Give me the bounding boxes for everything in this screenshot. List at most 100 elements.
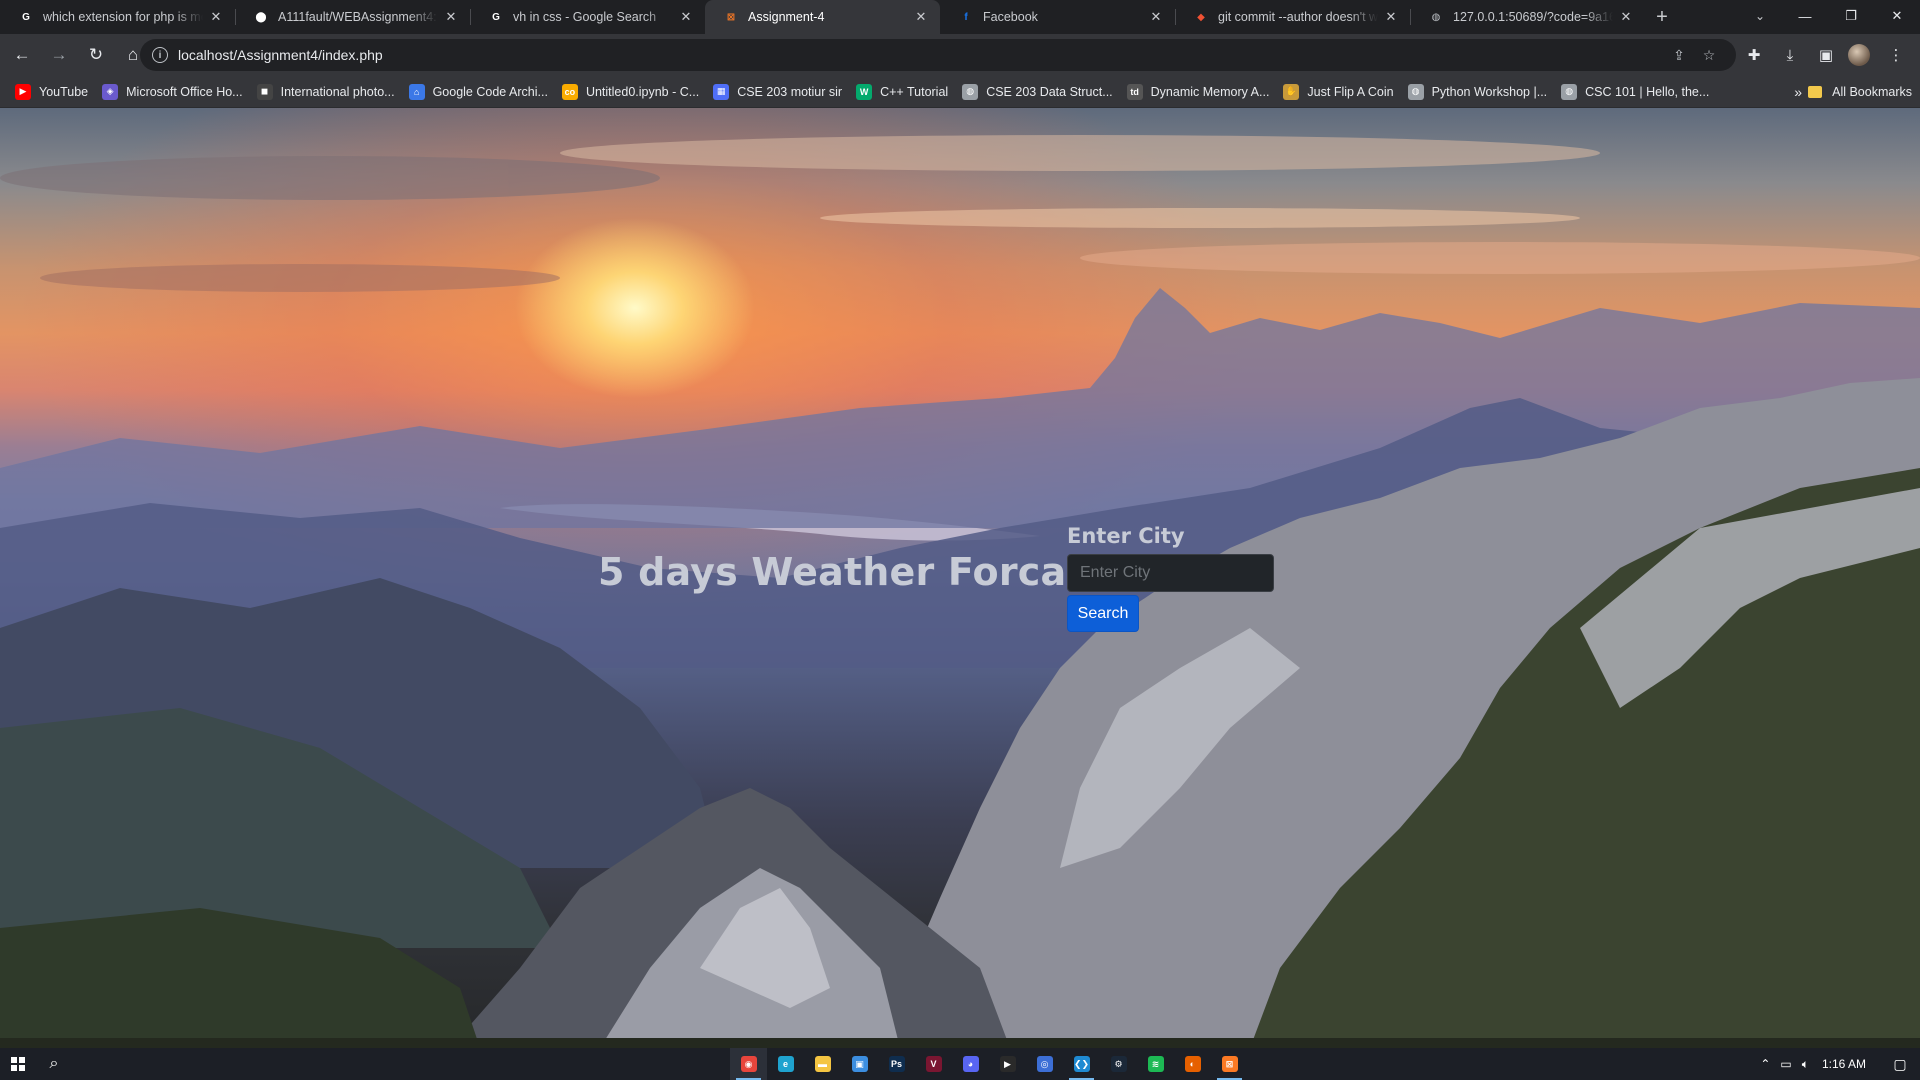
browser-toolbar: ← → ↻ ⌂ i localhost/Assignment4/index.ph… xyxy=(0,34,1920,76)
city-input[interactable] xyxy=(1067,554,1274,592)
youtube-icon: ▶ xyxy=(15,83,31,100)
all-bookmarks-button[interactable]: All Bookmarks xyxy=(1808,79,1912,105)
git-icon: ◆ xyxy=(1197,11,1205,23)
notification-center-icon[interactable]: ▢ xyxy=(1880,1056,1920,1073)
browser-tab[interactable]: f Facebook ✕ xyxy=(940,0,1175,34)
tab-close-icon[interactable]: ✕ xyxy=(207,8,225,26)
tab-list: Gwhich extension for php is most ✕ ⬤ A111fa… xyxy=(0,0,1645,34)
browser-tab[interactable]: ◆ git commit --author doesn't wo ✕ xyxy=(1175,0,1410,34)
tab-close-icon[interactable]: ✕ xyxy=(1617,8,1635,26)
vscode-icon: ❮❯ xyxy=(1073,1056,1090,1072)
tab-title: Facebook xyxy=(983,10,1038,24)
tab-close-icon[interactable]: ✕ xyxy=(912,8,930,26)
nvidia-icon: ▶ xyxy=(999,1056,1016,1072)
reload-icon[interactable]: ↻ xyxy=(80,39,112,71)
bookmark-item[interactable]: ◍ Python Workshop |... xyxy=(1401,79,1555,105)
address-bar[interactable]: i localhost/Assignment4/index.php ⇪ ☆ xyxy=(140,39,1736,71)
tray-overflow-chevron-icon[interactable]: ⌃ xyxy=(1755,1057,1775,1071)
w3schools-icon: W xyxy=(856,83,873,100)
browser-tab[interactable]: ⬤ A111fault/WEBAssignment4: W ✕ xyxy=(235,0,470,34)
photoshop-icon: Ps xyxy=(888,1056,905,1072)
volume-icon[interactable]: 🔈︎ xyxy=(1797,1057,1814,1072)
browser-tab[interactable]: Gwhich extension for php is most ✕ xyxy=(0,0,235,34)
taskbar-app[interactable]: ◕ xyxy=(952,1048,989,1080)
windows-start-button[interactable] xyxy=(0,1048,36,1080)
address-url[interactable]: localhost/Assignment4/index.php xyxy=(178,47,1664,63)
bookmark-item[interactable]: ◍ CSE 203 Data Struct... xyxy=(955,79,1119,105)
edge-icon: e xyxy=(777,1056,794,1072)
taskbar-search-icon[interactable]: ⌕ xyxy=(36,1048,72,1080)
colab-icon: co xyxy=(561,83,578,100)
tab-search-chevron-icon[interactable]: ⌄ xyxy=(1740,0,1780,32)
extensions-puzzle-icon[interactable]: ✚ xyxy=(1738,39,1770,71)
bookmark-item[interactable]: td Dynamic Memory A... xyxy=(1120,79,1277,105)
close-window-icon[interactable]: ✕ xyxy=(1874,0,1920,32)
firefox-icon: ◐ xyxy=(1184,1056,1201,1072)
bookmark-label: CSC 101 | Hello, the... xyxy=(1585,84,1710,99)
search-button[interactable]: Search xyxy=(1067,595,1139,632)
taskbar-app[interactable]: ◐ xyxy=(1174,1048,1211,1080)
photo-icon: ◼ xyxy=(256,83,273,100)
network-icon[interactable]: ▭ xyxy=(1775,1057,1796,1071)
more-bookmarks-chevron-icon[interactable]: » xyxy=(1794,79,1802,105)
taskbar-app[interactable]: ▶ xyxy=(989,1048,1026,1080)
taskbar-clock[interactable]: 1:16 AM xyxy=(1814,1057,1880,1071)
kebab-menu-icon[interactable]: ⋮ xyxy=(1880,39,1912,71)
taskbar-app[interactable]: ≋ xyxy=(1137,1048,1174,1080)
browser-tab[interactable]: ◍ 127.0.0.1:50689/?code=9a164c ✕ xyxy=(1410,0,1645,34)
share-icon[interactable]: ⇪ xyxy=(1664,47,1694,64)
city-search-form: Enter City Search xyxy=(1067,524,1274,632)
tab-strip: Gwhich extension for php is most ✕ ⬤ A111fa… xyxy=(0,0,1920,34)
restore-icon[interactable]: ❐ xyxy=(1828,0,1874,32)
minimize-icon[interactable]: — xyxy=(1782,0,1828,32)
taskbar-app[interactable]: Ps xyxy=(878,1048,915,1080)
new-tab-button[interactable]: + xyxy=(1645,0,1679,34)
bookmark-label: Google Code Archi... xyxy=(432,84,548,99)
visual-paradigm-icon: V xyxy=(925,1056,942,1072)
browser-tab[interactable]: Gvh in css - Google Search ✕ xyxy=(470,0,705,34)
tab-close-icon[interactable]: ✕ xyxy=(1147,8,1165,26)
taskbar-apps: ◉ e ▬ ▣ Ps V ◕ ▶ ◎ ❮❯ ⚙ ≋ ◐ ⊠ xyxy=(730,1048,1248,1080)
taskbar-app[interactable]: ▬ xyxy=(804,1048,841,1080)
bookmark-label: Dynamic Memory A... xyxy=(1150,84,1270,99)
coin-icon: ✋ xyxy=(1283,83,1300,100)
bookmark-item[interactable]: co Untitled0.ipynb - C... xyxy=(555,79,706,105)
taskbar-app[interactable]: V xyxy=(915,1048,952,1080)
windows-logo-icon xyxy=(11,1057,25,1071)
bookmark-item[interactable]: ✋ Just Flip A Coin xyxy=(1276,79,1400,105)
taskbar-app[interactable]: ◉ xyxy=(730,1048,767,1080)
taskbar-app[interactable]: ❮❯ xyxy=(1063,1048,1100,1080)
bookmark-item[interactable]: ▦ CSE 203 motiur sir xyxy=(706,79,849,105)
bookmark-item[interactable]: ▶ YouTube xyxy=(8,79,95,105)
bookmark-item[interactable]: ⌂ Google Code Archi... xyxy=(402,79,555,105)
bookmark-label: Python Workshop |... xyxy=(1431,84,1548,99)
bookmark-label: YouTube xyxy=(39,84,89,99)
tab-title: vh in css - Google Search xyxy=(513,10,657,24)
back-arrow-icon[interactable]: ← xyxy=(6,39,38,71)
taskbar-app[interactable]: ⊠ xyxy=(1211,1048,1248,1080)
taskbar-app[interactable]: ⚙ xyxy=(1100,1048,1137,1080)
bookmark-item[interactable]: W C++ Tutorial xyxy=(849,79,955,105)
download-icon[interactable]: ⤓ xyxy=(1774,39,1806,71)
folder-icon xyxy=(1808,86,1823,98)
forward-arrow-icon[interactable]: → xyxy=(43,39,75,71)
bookmark-star-icon[interactable]: ☆ xyxy=(1694,47,1724,64)
facebook-icon: f xyxy=(964,11,968,23)
taskbar-app[interactable]: ◎ xyxy=(1026,1048,1063,1080)
globe-icon: ◍ xyxy=(1431,11,1441,23)
bookmark-item[interactable]: ◈ Microsoft Office Ho... xyxy=(95,79,249,105)
tab-close-icon[interactable]: ✕ xyxy=(1382,8,1400,26)
chrome-icon: ◉ xyxy=(740,1056,757,1072)
google-icon: G xyxy=(22,11,30,23)
browser-tab[interactable]: ⊠ Assignment-4 ✕ xyxy=(705,0,940,34)
tab-close-icon[interactable]: ✕ xyxy=(677,8,695,26)
taskbar-app[interactable]: ▣ xyxy=(841,1048,878,1080)
side-panel-icon[interactable]: ▣ xyxy=(1810,39,1842,71)
site-info-icon[interactable]: i xyxy=(152,47,168,63)
bookmark-item[interactable]: ◼ International photo... xyxy=(250,79,402,105)
bookmark-item[interactable]: ◍ CSC 101 | Hello, the... xyxy=(1554,79,1716,105)
profile-avatar[interactable] xyxy=(1848,44,1870,66)
tab-close-icon[interactable]: ✕ xyxy=(442,8,460,26)
taskbar-app[interactable]: e xyxy=(767,1048,804,1080)
bookmark-label: CSE 203 Data Struct... xyxy=(986,84,1113,99)
